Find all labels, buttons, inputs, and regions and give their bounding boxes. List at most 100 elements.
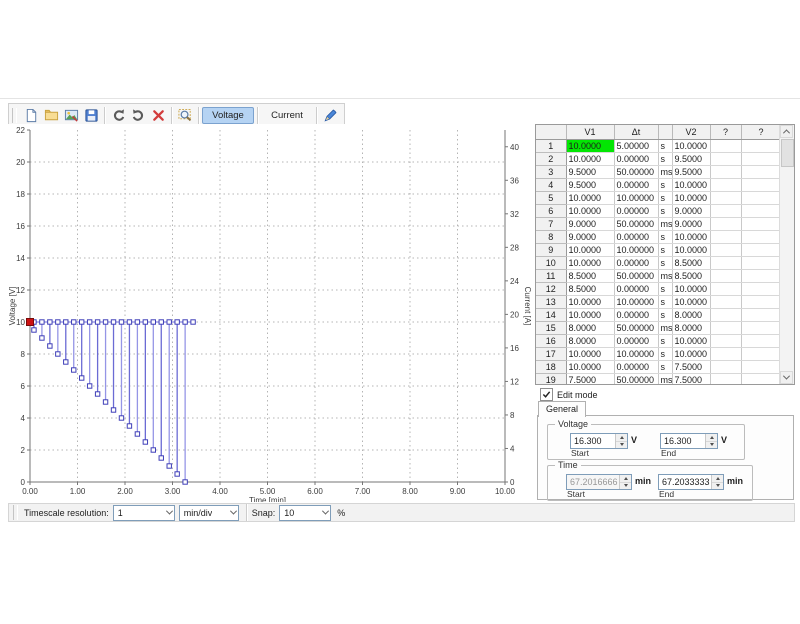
cell-dt[interactable]: 10.00000 (614, 348, 658, 361)
cell-v1[interactable]: 10.0000 (566, 361, 614, 374)
cell-v2[interactable]: 10.0000 (672, 348, 710, 361)
cell-dt-unit[interactable]: s (658, 231, 672, 244)
spin-down-button[interactable] (616, 442, 627, 449)
cell-v2[interactable]: 8.5000 (672, 270, 710, 283)
cell-q1[interactable] (710, 270, 741, 283)
cell-v1[interactable]: 10.0000 (566, 296, 614, 309)
spin-up-button[interactable] (620, 475, 631, 483)
row-number-cell[interactable]: 18 (536, 361, 566, 374)
col-header-v1[interactable]: V1 (566, 125, 614, 140)
checkbox-box[interactable] (540, 388, 553, 401)
edit-mode-checkbox[interactable]: Edit mode (540, 388, 598, 401)
col-header-dt[interactable]: Δt (614, 125, 658, 140)
cell-q2[interactable] (741, 283, 780, 296)
cell-dt-unit[interactable]: s (658, 192, 672, 205)
cell-q1[interactable] (710, 348, 741, 361)
cell-v2[interactable]: 10.0000 (672, 231, 710, 244)
cell-v2[interactable]: 8.0000 (672, 322, 710, 335)
row-number-cell[interactable]: 8 (536, 231, 566, 244)
current-tab[interactable]: Current (261, 107, 313, 124)
cell-v1[interactable]: 9.0000 (566, 218, 614, 231)
cell-q1[interactable] (710, 218, 741, 231)
undo-button[interactable] (108, 106, 128, 125)
col-header-q1[interactable]: ? (710, 125, 741, 140)
cell-q1[interactable] (710, 192, 741, 205)
spin-down-button[interactable] (620, 483, 631, 490)
delete-button[interactable] (148, 106, 168, 125)
row-number-cell[interactable]: 4 (536, 179, 566, 192)
row-number-cell[interactable]: 7 (536, 218, 566, 231)
voltage-start-value[interactable]: 16.300 (571, 434, 615, 448)
cell-q2[interactable] (741, 231, 780, 244)
row-number-cell[interactable]: 9 (536, 244, 566, 257)
cell-v1[interactable]: 9.5000 (566, 166, 614, 179)
toolbar-grip[interactable] (12, 108, 17, 123)
cell-dt-unit[interactable]: ms (658, 322, 672, 335)
scroll-up-button[interactable] (780, 125, 793, 138)
cell-dt[interactable]: 0.00000 (614, 257, 658, 270)
cell-dt[interactable]: 50.00000 (614, 270, 658, 283)
cell-q1[interactable] (710, 231, 741, 244)
cell-dt[interactable]: 0.00000 (614, 153, 658, 166)
row-number-cell[interactable]: 11 (536, 270, 566, 283)
cell-v2[interactable]: 10.0000 (672, 244, 710, 257)
cell-v1[interactable]: 10.0000 (566, 309, 614, 322)
row-number-cell[interactable]: 16 (536, 335, 566, 348)
cell-q2[interactable] (741, 361, 780, 374)
row-number-cell[interactable]: 1 (536, 140, 566, 153)
cell-q2[interactable] (741, 335, 780, 348)
time-end-value[interactable]: 67.2033333 (659, 475, 711, 489)
cell-v1[interactable]: 10.0000 (566, 192, 614, 205)
row-number-cell[interactable]: 15 (536, 322, 566, 335)
cell-v2[interactable]: 7.5000 (672, 361, 710, 374)
cell-dt-unit[interactable]: ms (658, 374, 672, 385)
cell-q1[interactable] (710, 153, 741, 166)
zoom-selection-button[interactable] (175, 106, 195, 125)
cell-dt[interactable]: 0.00000 (614, 283, 658, 296)
cell-q1[interactable] (710, 322, 741, 335)
cell-q2[interactable] (741, 205, 780, 218)
tab-general[interactable]: General (538, 401, 586, 417)
cell-dt[interactable]: 0.00000 (614, 231, 658, 244)
spin-up-button[interactable] (712, 475, 723, 483)
row-number-cell[interactable]: 19 (536, 374, 566, 385)
new-button[interactable] (21, 106, 41, 125)
cell-v1[interactable]: 10.0000 (566, 348, 614, 361)
cell-v1[interactable]: 7.5000 (566, 374, 614, 385)
cell-v1[interactable]: 10.0000 (566, 205, 614, 218)
cell-dt-unit[interactable]: s (658, 283, 672, 296)
cell-v2[interactable]: 10.0000 (672, 296, 710, 309)
cell-v2[interactable]: 8.0000 (672, 309, 710, 322)
cell-q2[interactable] (741, 179, 780, 192)
row-number-cell[interactable]: 10 (536, 257, 566, 270)
cell-v1[interactable]: 10.0000 (566, 140, 614, 153)
col-header-q2[interactable]: ? (741, 125, 780, 140)
cell-dt[interactable]: 50.00000 (614, 374, 658, 385)
cell-dt-unit[interactable]: s (658, 348, 672, 361)
cell-dt-unit[interactable]: s (658, 361, 672, 374)
col-header-v2[interactable]: V2 (672, 125, 710, 140)
cell-v1[interactable]: 10.0000 (566, 153, 614, 166)
cell-q2[interactable] (741, 322, 780, 335)
cell-q2[interactable] (741, 348, 780, 361)
row-number-cell[interactable]: 17 (536, 348, 566, 361)
cell-q1[interactable] (710, 361, 741, 374)
col-header-rownum[interactable] (536, 125, 566, 140)
cell-v1[interactable]: 9.5000 (566, 179, 614, 192)
cell-q1[interactable] (710, 166, 741, 179)
voltage-start-input[interactable]: 16.300 (570, 433, 628, 449)
cell-v1[interactable]: 8.5000 (566, 283, 614, 296)
cell-q2[interactable] (741, 309, 780, 322)
open-button[interactable] (41, 106, 61, 125)
voltage-tab[interactable]: Voltage (202, 107, 254, 124)
cell-v2[interactable]: 10.0000 (672, 140, 710, 153)
cell-v2[interactable]: 10.0000 (672, 179, 710, 192)
cell-v2[interactable]: 9.5000 (672, 166, 710, 179)
cell-dt-unit[interactable]: s (658, 153, 672, 166)
cell-dt[interactable]: 0.00000 (614, 335, 658, 348)
cell-q2[interactable] (741, 244, 780, 257)
spin-down-button[interactable] (706, 442, 717, 449)
redo-button[interactable] (128, 106, 148, 125)
row-number-cell[interactable]: 5 (536, 192, 566, 205)
cell-dt-unit[interactable]: ms (658, 270, 672, 283)
